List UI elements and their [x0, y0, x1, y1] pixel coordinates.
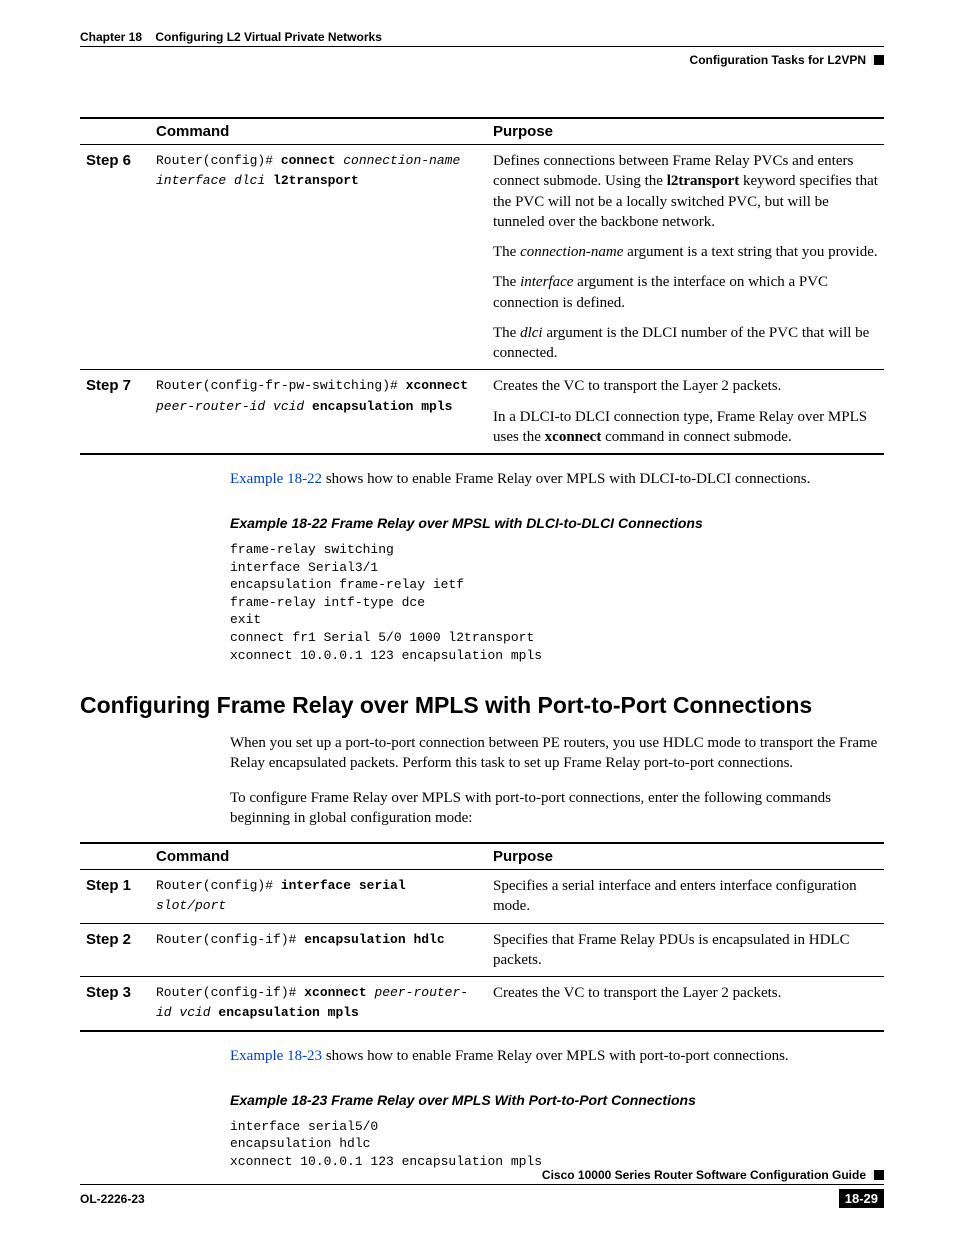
- paragraph: Example 18-22 shows how to enable Frame …: [230, 469, 884, 489]
- footer-guide-title: Cisco 10000 Series Router Software Confi…: [542, 1168, 866, 1182]
- cmd-keyword: encapsulation hdlc: [304, 932, 444, 947]
- command-table-2: Command Purpose Step 1 Router(config)# i…: [80, 842, 884, 1032]
- cmd-arg: peer-router-id vcid: [156, 399, 312, 414]
- code-block: frame-relay switching interface Serial3/…: [230, 541, 884, 664]
- chapter-label: Chapter 18: [80, 30, 142, 44]
- purpose-cell: Creates the VC to transport the Layer 2 …: [487, 977, 884, 1031]
- purpose-text: The: [493, 244, 520, 260]
- cmd-keyword: l2transport: [273, 173, 359, 188]
- table-row: Step 1 Router(config)# interface serial …: [80, 870, 884, 924]
- command-cell: Router(config)# connect connection-name …: [150, 145, 487, 370]
- purpose-cell: Specifies a serial interface and enters …: [487, 870, 884, 924]
- command-cell: Router(config)# interface serial slot/po…: [150, 870, 487, 924]
- prompt-text: Router(config)#: [156, 878, 281, 893]
- table-row: Step 6 Router(config)# connect connectio…: [80, 145, 884, 370]
- table1-col-command: Command: [150, 118, 487, 145]
- cmd-keyword: interface serial: [281, 878, 406, 893]
- cmd-keyword: xconnect: [304, 985, 366, 1000]
- table-row: Step 3 Router(config-if)# xconnect peer-…: [80, 977, 884, 1031]
- section-heading: Configuring Frame Relay over MPLS with P…: [80, 692, 884, 719]
- paragraph: When you set up a port-to-port connectio…: [230, 733, 884, 774]
- purpose-cell: Creates the VC to transport the Layer 2 …: [487, 370, 884, 454]
- running-header: Chapter 18 Configuring L2 Virtual Privat…: [80, 30, 884, 67]
- step-label: Step 3: [80, 977, 150, 1031]
- step-label: Step 7: [80, 370, 150, 454]
- purpose-italic: interface: [520, 274, 573, 290]
- command-cell: Router(config-fr-pw-switching)# xconnect…: [150, 370, 487, 454]
- header-section-title: Configuration Tasks for L2VPN: [690, 53, 866, 67]
- cmd-keyword: connect: [281, 153, 336, 168]
- cmd-keyword: encapsulation mpls: [312, 399, 452, 414]
- purpose-text: command in connect submode.: [601, 429, 791, 445]
- example-title: Example 18-22 Frame Relay over MPSL with…: [230, 515, 884, 531]
- paragraph-text: shows how to enable Frame Relay over MPL…: [322, 1048, 789, 1064]
- purpose-text: The: [493, 325, 520, 341]
- purpose-bold: l2transport: [667, 173, 740, 189]
- purpose-bold: xconnect: [545, 429, 602, 445]
- command-cell: Router(config-if)# encapsulation hdlc: [150, 923, 487, 977]
- chapter-title: Configuring L2 Virtual Private Networks: [155, 30, 382, 44]
- footer-doc-id: OL-2226-23: [80, 1192, 145, 1206]
- step-label: Step 6: [80, 145, 150, 370]
- example-link[interactable]: Example 18-23: [230, 1048, 322, 1064]
- step-label: Step 2: [80, 923, 150, 977]
- purpose-cell: Specifies that Frame Relay PDUs is encap…: [487, 923, 884, 977]
- table-row: Step 7 Router(config-fr-pw-switching)# x…: [80, 370, 884, 454]
- purpose-text: argument is the DLCI number of the PVC t…: [493, 325, 869, 361]
- prompt-text: Router(config-if)#: [156, 985, 304, 1000]
- purpose-text: Creates the VC to transport the Layer 2 …: [493, 378, 781, 394]
- example-link[interactable]: Example 18-22: [230, 471, 322, 487]
- cmd-keyword: encapsulation mpls: [218, 1005, 358, 1020]
- footer-page-number: 18-29: [839, 1189, 884, 1208]
- cmd-arg: slot/port: [156, 898, 226, 913]
- prompt-text: Router(config-fr-pw-switching)#: [156, 378, 406, 393]
- page-footer: Cisco 10000 Series Router Software Confi…: [80, 1168, 884, 1208]
- table1-col-purpose: Purpose: [487, 118, 884, 145]
- purpose-italic: connection-name: [520, 244, 623, 260]
- table2-col-command: Command: [150, 843, 487, 870]
- cmd-keyword: xconnect: [406, 378, 468, 393]
- step-label: Step 1: [80, 870, 150, 924]
- purpose-text: argument is a text string that you provi…: [623, 244, 877, 260]
- purpose-text: The: [493, 274, 520, 290]
- paragraph: To configure Frame Relay over MPLS with …: [230, 788, 884, 829]
- command-cell: Router(config-if)# xconnect peer-router-…: [150, 977, 487, 1031]
- command-table-1: Command Purpose Step 6 Router(config)# c…: [80, 117, 884, 455]
- footer-marker-icon: [874, 1170, 884, 1180]
- prompt-text: Router(config-if)#: [156, 932, 304, 947]
- purpose-italic: dlci: [520, 325, 543, 341]
- example-title: Example 18-23 Frame Relay over MPLS With…: [230, 1092, 884, 1108]
- header-marker-icon: [874, 55, 884, 65]
- code-block: interface serial5/0 encapsulation hdlc x…: [230, 1118, 884, 1171]
- purpose-cell: Defines connections between Frame Relay …: [487, 145, 884, 370]
- paragraph: Example 18-23 shows how to enable Frame …: [230, 1046, 884, 1066]
- prompt-text: Router(config)#: [156, 153, 281, 168]
- paragraph-text: shows how to enable Frame Relay over MPL…: [322, 471, 810, 487]
- table-row: Step 2 Router(config-if)# encapsulation …: [80, 923, 884, 977]
- table2-col-purpose: Purpose: [487, 843, 884, 870]
